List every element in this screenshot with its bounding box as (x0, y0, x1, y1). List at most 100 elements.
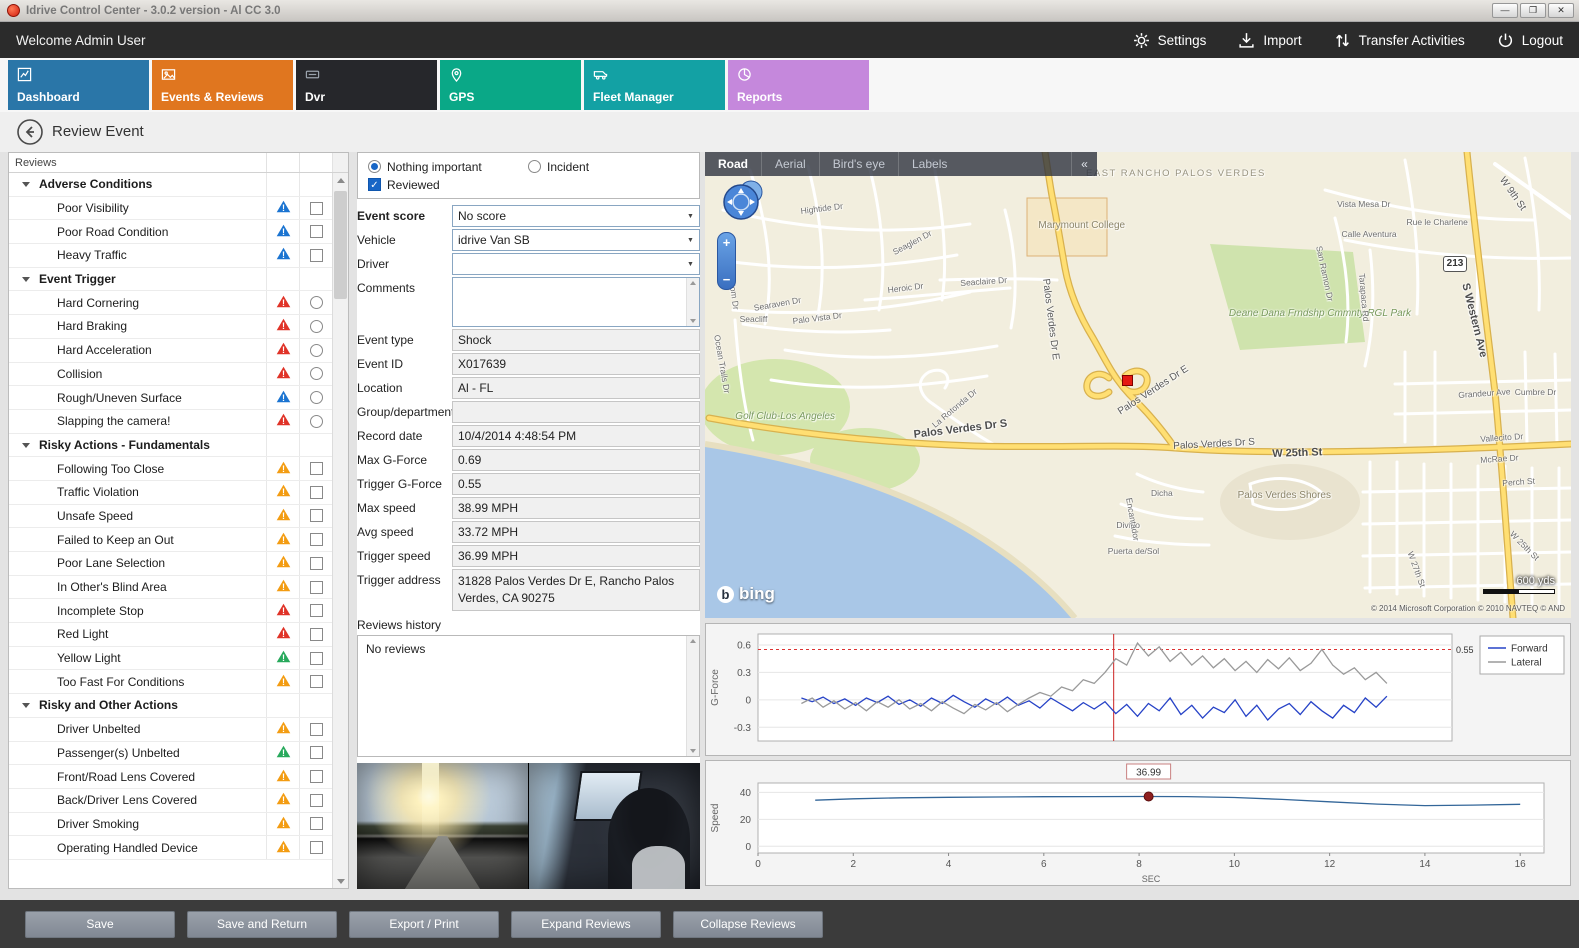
classification-option-reviewed[interactable]: Reviewed (368, 176, 528, 193)
bing-map[interactable]: EAST RANCHO PALOS VERDESMarymount Colleg… (705, 152, 1571, 618)
collapse-arrow-icon[interactable] (22, 182, 30, 187)
scroll-up-arrow[interactable] (333, 173, 348, 188)
topbar-action-transfer-activities[interactable]: Transfer Activities (1334, 32, 1465, 49)
cabin-camera-video[interactable] (529, 763, 700, 889)
vehicle-select[interactable]: idrive Van SB▼ (452, 229, 700, 251)
tree-item-red-light[interactable]: Red Light! (9, 623, 332, 647)
map-view-labels[interactable]: Labels (898, 152, 960, 176)
tree-item-driver-smoking[interactable]: Driver Smoking! (9, 813, 332, 837)
checkbox-unchecked[interactable] (310, 746, 323, 759)
checkbox-checked[interactable] (368, 178, 381, 191)
zoom-out-button[interactable]: − (718, 272, 735, 287)
tree-item-poor-lane-selection[interactable]: Poor Lane Selection! (9, 552, 332, 576)
tree-item-hard-cornering[interactable]: Hard Cornering! (9, 291, 332, 315)
tree-item-back-driver-lens-covered[interactable]: Back/Driver Lens Covered! (9, 789, 332, 813)
radio-unchecked[interactable] (528, 160, 541, 173)
tree-item-poor-visibility[interactable]: Poor Visibility! (9, 197, 332, 221)
export-print-button[interactable]: Export / Print (349, 911, 499, 938)
tree-group-event-trigger[interactable]: Event Trigger (9, 268, 332, 292)
tree-item-poor-road-condition[interactable]: Poor Road Condition! (9, 220, 332, 244)
reviews-history-scrollbar[interactable] (686, 636, 699, 756)
driver-select[interactable]: ▼ (452, 253, 700, 275)
tree-group-risky-and-other-actions[interactable]: Risky and Other Actions (9, 694, 332, 718)
tree-item-passenger-s-unbelted[interactable]: Passenger(s) Unbelted! (9, 742, 332, 766)
map-compass-control[interactable] (721, 178, 767, 224)
tree-item-heavy-traffic[interactable]: Heavy Traffic! (9, 244, 332, 268)
tree-item-traffic-violation[interactable]: Traffic Violation! (9, 481, 332, 505)
tree-item-front-road-lens-covered[interactable]: Front/Road Lens Covered! (9, 765, 332, 789)
checkbox-unchecked[interactable] (310, 486, 323, 499)
save-button[interactable]: Save (25, 911, 175, 938)
scrollbar-thumb[interactable] (334, 191, 347, 299)
tree-item-failed-to-keep-an-out[interactable]: Failed to Keep an Out! (9, 528, 332, 552)
tab-reports[interactable]: Reports (728, 60, 869, 110)
checkbox-unchecked[interactable] (310, 723, 323, 736)
radio-unchecked[interactable] (310, 344, 323, 357)
tree-item-too-fast-for-conditions[interactable]: Too Fast For Conditions! (9, 670, 332, 694)
tree-item-operating-handled-device[interactable]: Operating Handled Device! (9, 836, 332, 860)
checkbox-unchecked[interactable] (310, 817, 323, 830)
radio-unchecked[interactable] (310, 367, 323, 380)
scroll-down-arrow[interactable] (333, 873, 348, 888)
radio-unchecked[interactable] (310, 320, 323, 333)
radio-unchecked[interactable] (310, 415, 323, 428)
radio-unchecked[interactable] (310, 391, 323, 404)
tree-item-incomplete-stop[interactable]: Incomplete Stop! (9, 599, 332, 623)
collapse-arrow-icon[interactable] (22, 443, 30, 448)
tree-item-hard-braking[interactable]: Hard Braking! (9, 315, 332, 339)
tree-item-hard-acceleration[interactable]: Hard Acceleration! (9, 339, 332, 363)
checkbox-unchecked[interactable] (310, 770, 323, 783)
classification-option-nothing-important[interactable]: Nothing important (368, 158, 528, 175)
collapse-arrow-icon[interactable] (22, 703, 30, 708)
map-view-bird-s-eye[interactable]: Bird's eye (819, 152, 898, 176)
collapse-reviews-button[interactable]: Collapse Reviews (673, 911, 823, 938)
classification-option-incident[interactable]: Incident (528, 158, 688, 175)
checkbox-unchecked[interactable] (310, 652, 323, 665)
window-titlebar[interactable]: Idrive Control Center - 3.0.2 version - … (0, 0, 1579, 22)
zoom-in-button[interactable]: + (718, 235, 735, 250)
tree-group-risky-actions-fundamentals[interactable]: Risky Actions - Fundamentals (9, 434, 332, 458)
back-button[interactable] (16, 118, 44, 146)
checkbox-unchecked[interactable] (310, 794, 323, 807)
tab-dashboard[interactable]: Dashboard (8, 60, 149, 110)
checkbox-unchecked[interactable] (310, 604, 323, 617)
radio-unchecked[interactable] (310, 296, 323, 309)
checkbox-unchecked[interactable] (310, 675, 323, 688)
tree-item-driver-unbelted[interactable]: Driver Unbelted! (9, 718, 332, 742)
checkbox-unchecked[interactable] (310, 628, 323, 641)
checkbox-unchecked[interactable] (310, 202, 323, 215)
checkbox-unchecked[interactable] (310, 841, 323, 854)
topbar-action-import[interactable]: Import (1238, 32, 1301, 49)
topbar-action-logout[interactable]: Logout (1497, 32, 1563, 49)
tab-gps[interactable]: GPS (440, 60, 581, 110)
reviews-history-box[interactable]: No reviews (357, 635, 700, 757)
map-bar-collapse-button[interactable]: « (1071, 152, 1097, 176)
tree-item-following-too-close[interactable]: Following Too Close! (9, 457, 332, 481)
event-score-select[interactable]: No score▼ (452, 205, 700, 227)
reviews-scrollbar[interactable] (332, 173, 348, 888)
tree-item-rough-uneven-surface[interactable]: Rough/Uneven Surface! (9, 386, 332, 410)
tree-item-in-other-s-blind-area[interactable]: In Other's Blind Area! (9, 576, 332, 600)
tree-item-slapping-the-camera[interactable]: Slapping the camera!! (9, 410, 332, 434)
checkbox-unchecked[interactable] (310, 225, 323, 238)
expand-reviews-button[interactable]: Expand Reviews (511, 911, 661, 938)
checkbox-unchecked[interactable] (310, 581, 323, 594)
maximize-button[interactable]: ❐ (1520, 3, 1546, 18)
checkbox-unchecked[interactable] (310, 509, 323, 522)
tab-events-reviews[interactable]: Events & Reviews (152, 60, 293, 110)
tree-group-adverse-conditions[interactable]: Adverse Conditions (9, 173, 332, 197)
collapse-arrow-icon[interactable] (22, 277, 30, 282)
save-and-return-button[interactable]: Save and Return (187, 911, 337, 938)
checkbox-unchecked[interactable] (310, 462, 323, 475)
tree-item-yellow-light[interactable]: Yellow Light! (9, 647, 332, 671)
comments-textarea[interactable] (452, 277, 700, 327)
close-button[interactable]: ✕ (1548, 3, 1574, 18)
topbar-action-settings[interactable]: Settings (1133, 32, 1207, 49)
map-view-road[interactable]: Road (705, 152, 761, 176)
tree-item-unsafe-speed[interactable]: Unsafe Speed! (9, 505, 332, 529)
checkbox-unchecked[interactable] (310, 249, 323, 262)
tree-item-collision[interactable]: Collision! (9, 363, 332, 387)
minimize-button[interactable]: — (1492, 3, 1518, 18)
checkbox-unchecked[interactable] (310, 533, 323, 546)
map-view-aerial[interactable]: Aerial (761, 152, 819, 176)
